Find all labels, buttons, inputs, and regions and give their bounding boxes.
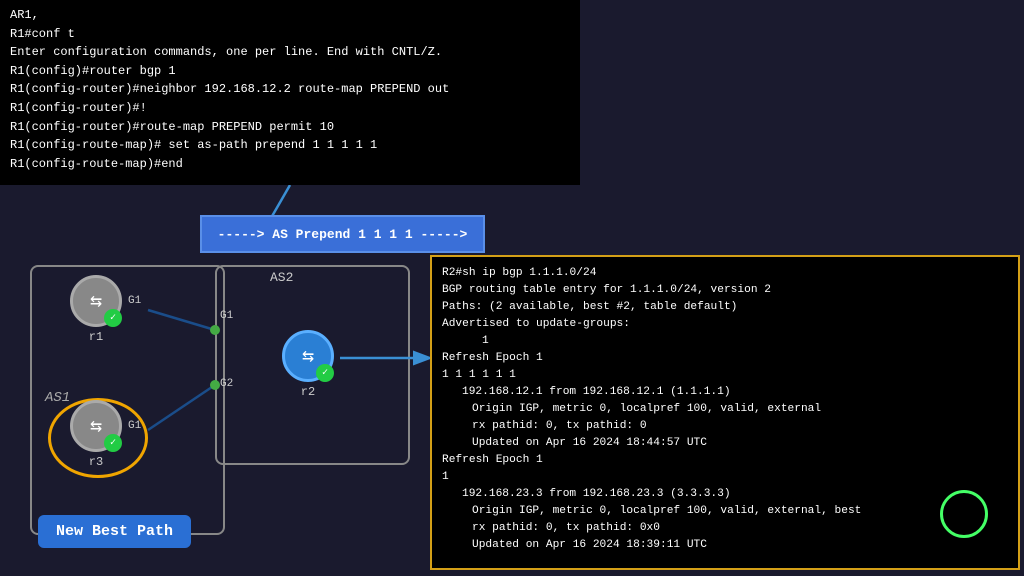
r3-label: r3 — [89, 455, 103, 469]
r2-label: r2 — [301, 385, 315, 399]
bgp-line-16: rx pathid: 0, tx pathid: 0x0 — [442, 520, 1008, 537]
bgp-line-13: 1 — [442, 469, 1008, 486]
terminal-line-8: R1(config-route-map)# set as-path prepen… — [10, 136, 570, 155]
r3-circle: ⇆ ✓ — [70, 400, 122, 452]
bgp-line-12: Refresh Epoch 1 — [442, 452, 1008, 469]
bgp-line-3: Paths: (2 available, best #2, table defa… — [442, 299, 1008, 316]
bgp-line-17: Updated on Apr 16 2024 18:39:11 UTC — [442, 537, 1008, 554]
bgp-line-8: 192.168.12.1 from 192.168.12.1 (1.1.1.1) — [442, 384, 1008, 401]
r1-router-icon: ⇆ — [90, 288, 102, 314]
r3-port-g1: G1 — [128, 420, 141, 432]
r3-node: ⇆ ✓ r3 — [70, 400, 122, 469]
best-highlight-circle — [940, 490, 988, 538]
prepend-banner-text: -----> AS Prepend 1 1 1 1 -----> — [218, 227, 468, 242]
r1-port-g1-as2: G1 — [220, 310, 233, 322]
r1-check-icon: ✓ — [104, 309, 122, 327]
terminal-line-7: R1(config-router)#route-map PREPEND perm… — [10, 118, 570, 137]
bgp-line-5: 1 — [442, 333, 1008, 350]
r1-circle: ⇆ ✓ — [70, 275, 122, 327]
terminal-line-4: R1(config)#router bgp 1 — [10, 62, 570, 81]
terminal-right: R2#sh ip bgp 1.1.1.0/24 BGP routing tabl… — [430, 255, 1020, 570]
r2-router-icon: ⇆ — [302, 343, 314, 369]
terminal-top: AR1, R1#conf t Enter configuration comma… — [0, 0, 580, 185]
bgp-line-9: Origin IGP, metric 0, localpref 100, val… — [442, 401, 1008, 418]
r2-circle: ⇆ ✓ — [282, 330, 334, 382]
r1-node: ⇆ ✓ r1 — [70, 275, 122, 344]
as1-label: AS1 — [45, 390, 70, 406]
r2-port-g2: G2 — [220, 378, 233, 390]
r2-node: ⇆ ✓ r2 — [282, 330, 334, 399]
bgp-line-14: 192.168.23.3 from 192.168.23.3 (3.3.3.3) — [442, 486, 1008, 503]
terminal-line-2: R1#conf t — [10, 25, 570, 44]
r1-port-g1: G1 — [128, 295, 141, 307]
bgp-line-4: Advertised to update-groups: — [442, 316, 1008, 333]
bgp-line-10: rx pathid: 0, tx pathid: 0 — [442, 418, 1008, 435]
new-best-path-badge: New Best Path — [38, 515, 191, 548]
bgp-line-2: BGP routing table entry for 1.1.1.0/24, … — [442, 282, 1008, 299]
as2-label: AS2 — [270, 270, 293, 285]
bgp-line-6: Refresh Epoch 1 — [442, 350, 1008, 367]
bgp-line-1: R2#sh ip bgp 1.1.1.0/24 — [442, 265, 1008, 282]
bgp-line-11: Updated on Apr 16 2024 18:44:57 UTC — [442, 435, 1008, 452]
terminal-line-1: AR1, — [10, 6, 570, 25]
terminal-line-5: R1(config-router)#neighbor 192.168.12.2 … — [10, 80, 570, 99]
r3-router-icon: ⇆ — [90, 413, 102, 439]
r3-check-icon: ✓ — [104, 434, 122, 452]
bgp-line-7: 1 1 1 1 1 1 — [442, 367, 1008, 384]
r1-label: r1 — [89, 330, 103, 344]
terminal-line-3: Enter configuration commands, one per li… — [10, 43, 570, 62]
terminal-line-6: R1(config-router)#! — [10, 99, 570, 118]
prepend-banner: -----> AS Prepend 1 1 1 1 -----> — [200, 215, 485, 253]
new-best-path-label: New Best Path — [56, 523, 173, 540]
bgp-line-15: Origin IGP, metric 0, localpref 100, val… — [442, 503, 1008, 520]
terminal-line-9: R1(config-route-map)#end — [10, 155, 570, 174]
r2-check-icon: ✓ — [316, 364, 334, 382]
